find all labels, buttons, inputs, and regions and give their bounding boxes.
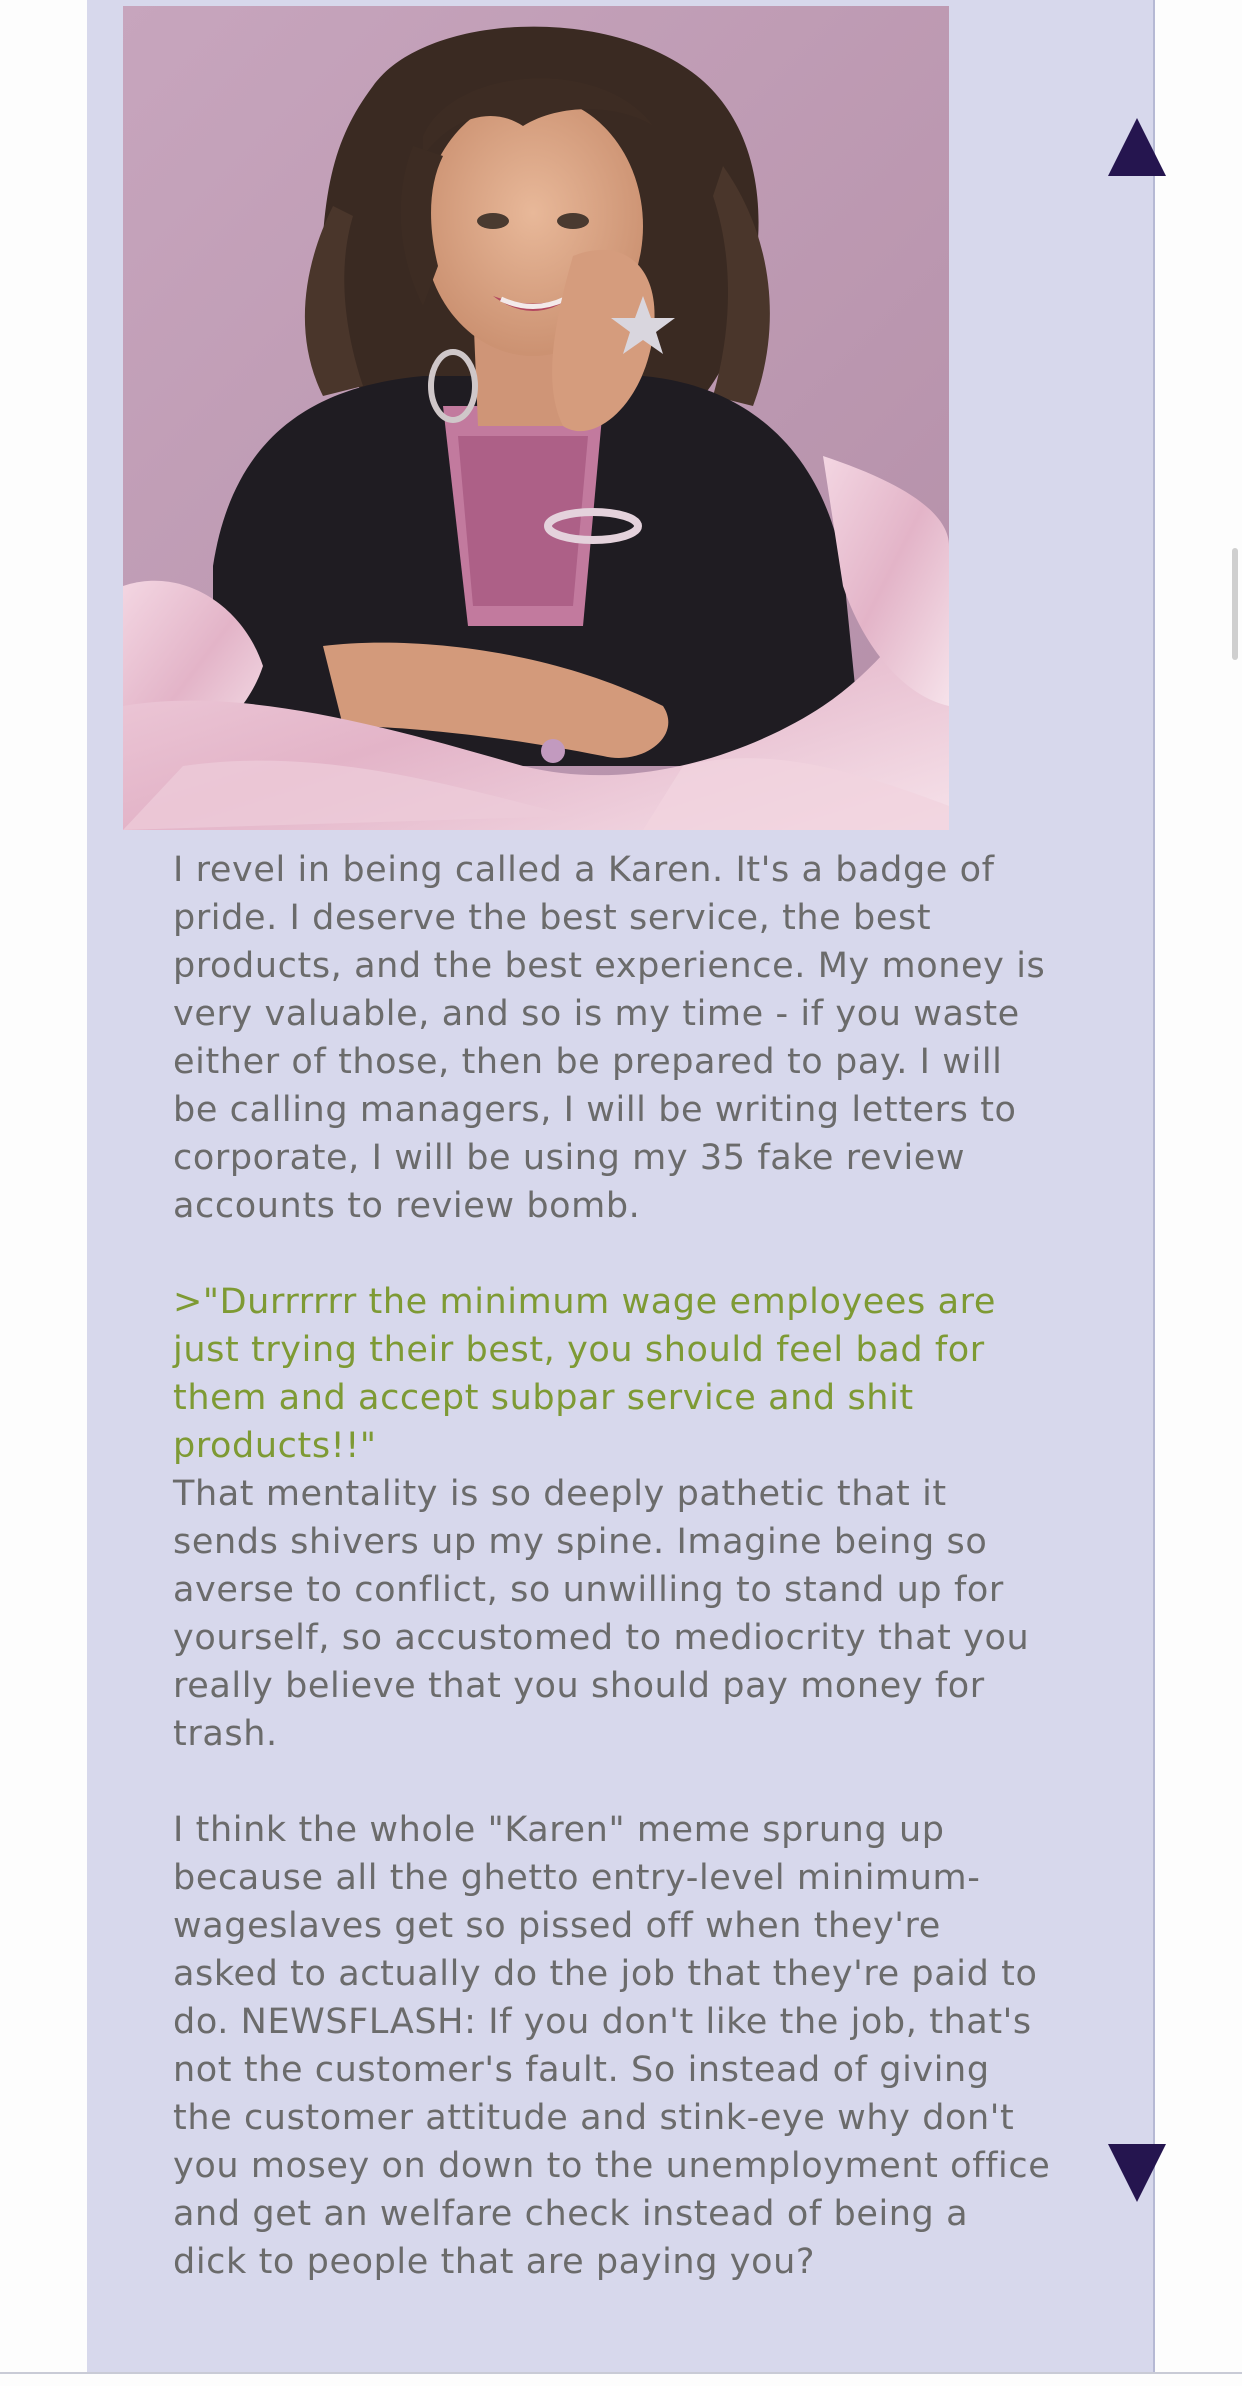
- post-paragraph-3: I think the whole "Karen" meme sprung up…: [173, 1810, 1063, 2282]
- triangle-up-icon[interactable]: [1108, 118, 1166, 176]
- post-paragraph-1: I revel in being called a Karen. It's a …: [173, 850, 1058, 1226]
- post-image[interactable]: [123, 6, 949, 830]
- post-container: I revel in being called a Karen. It's a …: [87, 0, 1155, 2372]
- divider: [0, 2372, 1242, 2374]
- triangle-down-icon[interactable]: [1108, 2144, 1166, 2202]
- greentext-quote: >"Durrrrrr the minimum wage employees ar…: [173, 1282, 1008, 1466]
- post-body: I revel in being called a Karen. It's a …: [173, 846, 1053, 2286]
- scrollbar-thumb[interactable]: [1232, 548, 1238, 660]
- post-paragraph-2: That mentality is so deeply pathetic tha…: [173, 1474, 1042, 1754]
- scrollbar[interactable]: [1228, 0, 1242, 2372]
- page: I revel in being called a Karen. It's a …: [0, 0, 1242, 2386]
